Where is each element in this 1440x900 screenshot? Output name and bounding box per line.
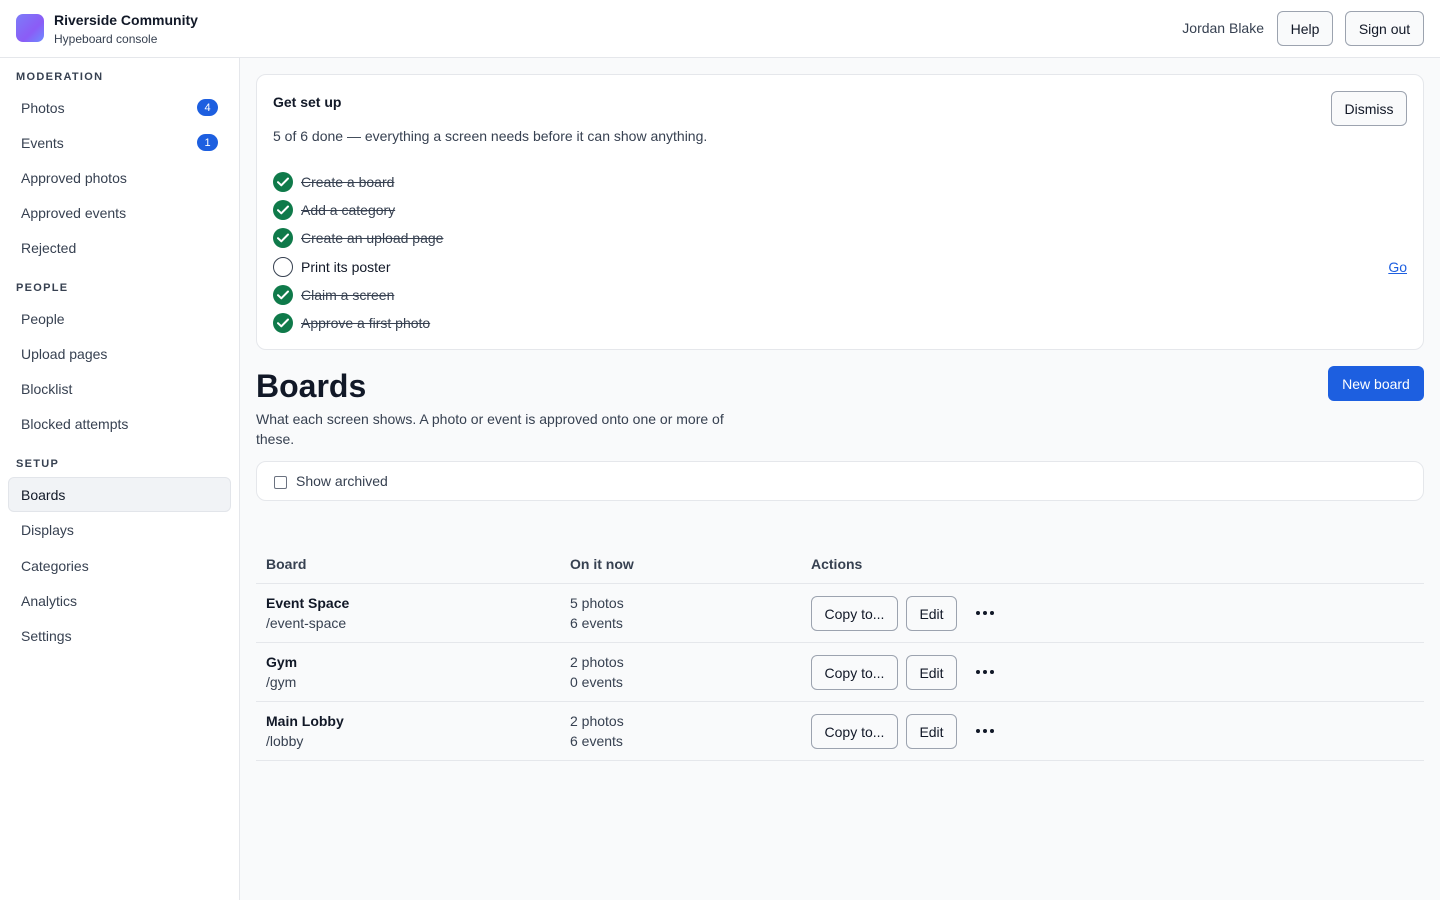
board-name: Event Space: [266, 595, 350, 611]
check-circle-icon: [273, 200, 293, 220]
sidebar-item-upload-pages[interactable]: Upload pages: [8, 336, 231, 371]
sidebar-item-people[interactable]: People: [8, 301, 231, 336]
edit-button[interactable]: Edit: [906, 714, 957, 749]
check-circle-icon: [273, 313, 293, 333]
filter-bar: Show archived: [256, 461, 1424, 501]
table-header: Board On it now Actions: [256, 545, 1424, 584]
setup-step-label: Create a board: [301, 174, 395, 190]
show-archived-label[interactable]: Show archived: [296, 473, 388, 489]
setup-step-label: Print its poster: [301, 259, 391, 275]
sidebar-item-label: Upload pages: [21, 345, 108, 362]
sidebar-item-photos[interactable]: Photos 4: [8, 90, 231, 125]
sidebar-section-setup: SETUP: [16, 458, 60, 470]
setup-step-label: Approve a first photo: [301, 315, 431, 331]
page-title: Boards: [256, 368, 367, 404]
setup-step-label: Create an upload page: [301, 230, 444, 246]
setup-title: Get set up: [273, 94, 342, 110]
check-circle-icon: [273, 228, 293, 248]
setup-step: Claim a screen: [273, 284, 394, 306]
event-count: 0 events: [570, 674, 623, 690]
sidebar-item-analytics[interactable]: Analytics: [8, 583, 231, 618]
more-options-icon[interactable]: [975, 603, 995, 623]
user-name: Jordan Blake: [1182, 20, 1264, 36]
setup-step: Create a board: [273, 171, 394, 193]
app-logo: [16, 14, 44, 42]
more-options-icon[interactable]: [975, 721, 995, 741]
sidebar: MODERATION Photos 4 Events 1 Approved ph…: [0, 58, 240, 900]
event-count: 6 events: [570, 733, 623, 749]
sidebar-item-boards[interactable]: Boards: [8, 477, 231, 512]
setup-checklist-card: Get set up 5 of 6 done — everything a sc…: [256, 74, 1424, 350]
column-header-on-it-now: On it now: [570, 556, 634, 572]
sidebar-item-label: Categories: [21, 557, 89, 574]
photo-count: 2 photos: [570, 713, 624, 729]
sidebar-section-moderation: MODERATION: [16, 71, 104, 83]
more-options-icon[interactable]: [975, 662, 995, 682]
event-count: 6 events: [570, 615, 623, 631]
column-header-board: Board: [266, 556, 307, 572]
sidebar-item-blocklist[interactable]: Blocklist: [8, 371, 231, 406]
board-path: /gym: [266, 674, 297, 690]
table-row: Gym /gym 2 photos 0 events Copy to... Ed…: [256, 643, 1424, 702]
sidebar-item-blocked-attempts[interactable]: Blocked attempts: [8, 406, 231, 441]
photo-count: 5 photos: [570, 595, 624, 611]
sidebar-section-people: PEOPLE: [16, 282, 69, 294]
page-description: What each screen shows. A photo or event…: [256, 411, 724, 447]
copy-to-button[interactable]: Copy to...: [811, 714, 898, 749]
org-subtitle: Hypeboard console: [54, 32, 158, 46]
sidebar-item-label: Blocked attempts: [21, 415, 129, 432]
setup-step-label: Add a category: [301, 202, 396, 218]
photo-count: 2 photos: [570, 654, 624, 670]
sidebar-item-label: Analytics: [21, 592, 78, 609]
copy-to-button[interactable]: Copy to...: [811, 655, 898, 690]
column-header-actions: Actions: [811, 556, 863, 572]
top-bar: Riverside Community Hypeboard console Jo…: [0, 0, 1440, 58]
count-badge: 1: [197, 134, 218, 151]
go-link[interactable]: Go: [1388, 259, 1407, 275]
copy-to-button[interactable]: Copy to...: [811, 596, 898, 631]
board-path: /lobby: [266, 733, 304, 749]
edit-button[interactable]: Edit: [906, 596, 957, 631]
sidebar-item-label: Displays: [21, 521, 74, 538]
sign-out-button[interactable]: Sign out: [1345, 11, 1424, 46]
setup-step: Approve a first photo: [273, 312, 430, 334]
sidebar-item-label: People: [21, 310, 65, 327]
sidebar-item-label: Rejected: [21, 239, 77, 256]
setup-description: 5 of 6 done — everything a screen needs …: [273, 128, 708, 144]
board-name: Main Lobby: [266, 713, 344, 729]
board-path: /event-space: [266, 615, 347, 631]
sidebar-item-label: Approved photos: [21, 169, 127, 186]
boards-table: Board On it now Actions Event Space /eve…: [256, 545, 1424, 761]
table-row: Main Lobby /lobby 2 photos 6 events Copy…: [256, 702, 1424, 761]
edit-button[interactable]: Edit: [906, 655, 957, 690]
sidebar-item-rejected[interactable]: Rejected: [8, 230, 231, 265]
count-badge: 4: [197, 99, 218, 116]
sidebar-item-label: Boards: [21, 486, 66, 503]
sidebar-item-approved-events[interactable]: Approved events: [8, 195, 231, 230]
setup-step: Print its poster: [273, 256, 390, 278]
setup-step-label: Claim a screen: [301, 287, 395, 303]
sidebar-item-events[interactable]: Events 1: [8, 125, 231, 160]
sidebar-item-label: Blocklist: [21, 380, 73, 397]
table-row: Event Space /event-space 5 photos 6 even…: [256, 584, 1424, 643]
sidebar-item-approved-photos[interactable]: Approved photos: [8, 160, 231, 195]
sidebar-item-displays[interactable]: Displays: [8, 512, 231, 547]
check-circle-icon: [273, 285, 293, 305]
board-name: Gym: [266, 654, 298, 670]
setup-step: Create an upload page: [273, 227, 443, 249]
empty-circle-icon: [273, 257, 293, 277]
org-name: Riverside Community: [54, 12, 198, 28]
sidebar-item-label: Photos: [21, 99, 65, 116]
dismiss-button[interactable]: Dismiss: [1331, 91, 1407, 126]
new-board-button[interactable]: New board: [1328, 366, 1424, 401]
sidebar-item-categories[interactable]: Categories: [8, 548, 231, 583]
sidebar-item-settings[interactable]: Settings: [8, 618, 231, 653]
sidebar-item-label: Events: [21, 134, 64, 151]
help-button[interactable]: Help: [1277, 11, 1333, 46]
setup-step: Add a category: [273, 199, 395, 221]
show-archived-checkbox[interactable]: [274, 476, 287, 489]
sidebar-item-label: Approved events: [21, 204, 127, 221]
sidebar-item-label: Settings: [21, 627, 72, 644]
check-circle-icon: [273, 172, 293, 192]
